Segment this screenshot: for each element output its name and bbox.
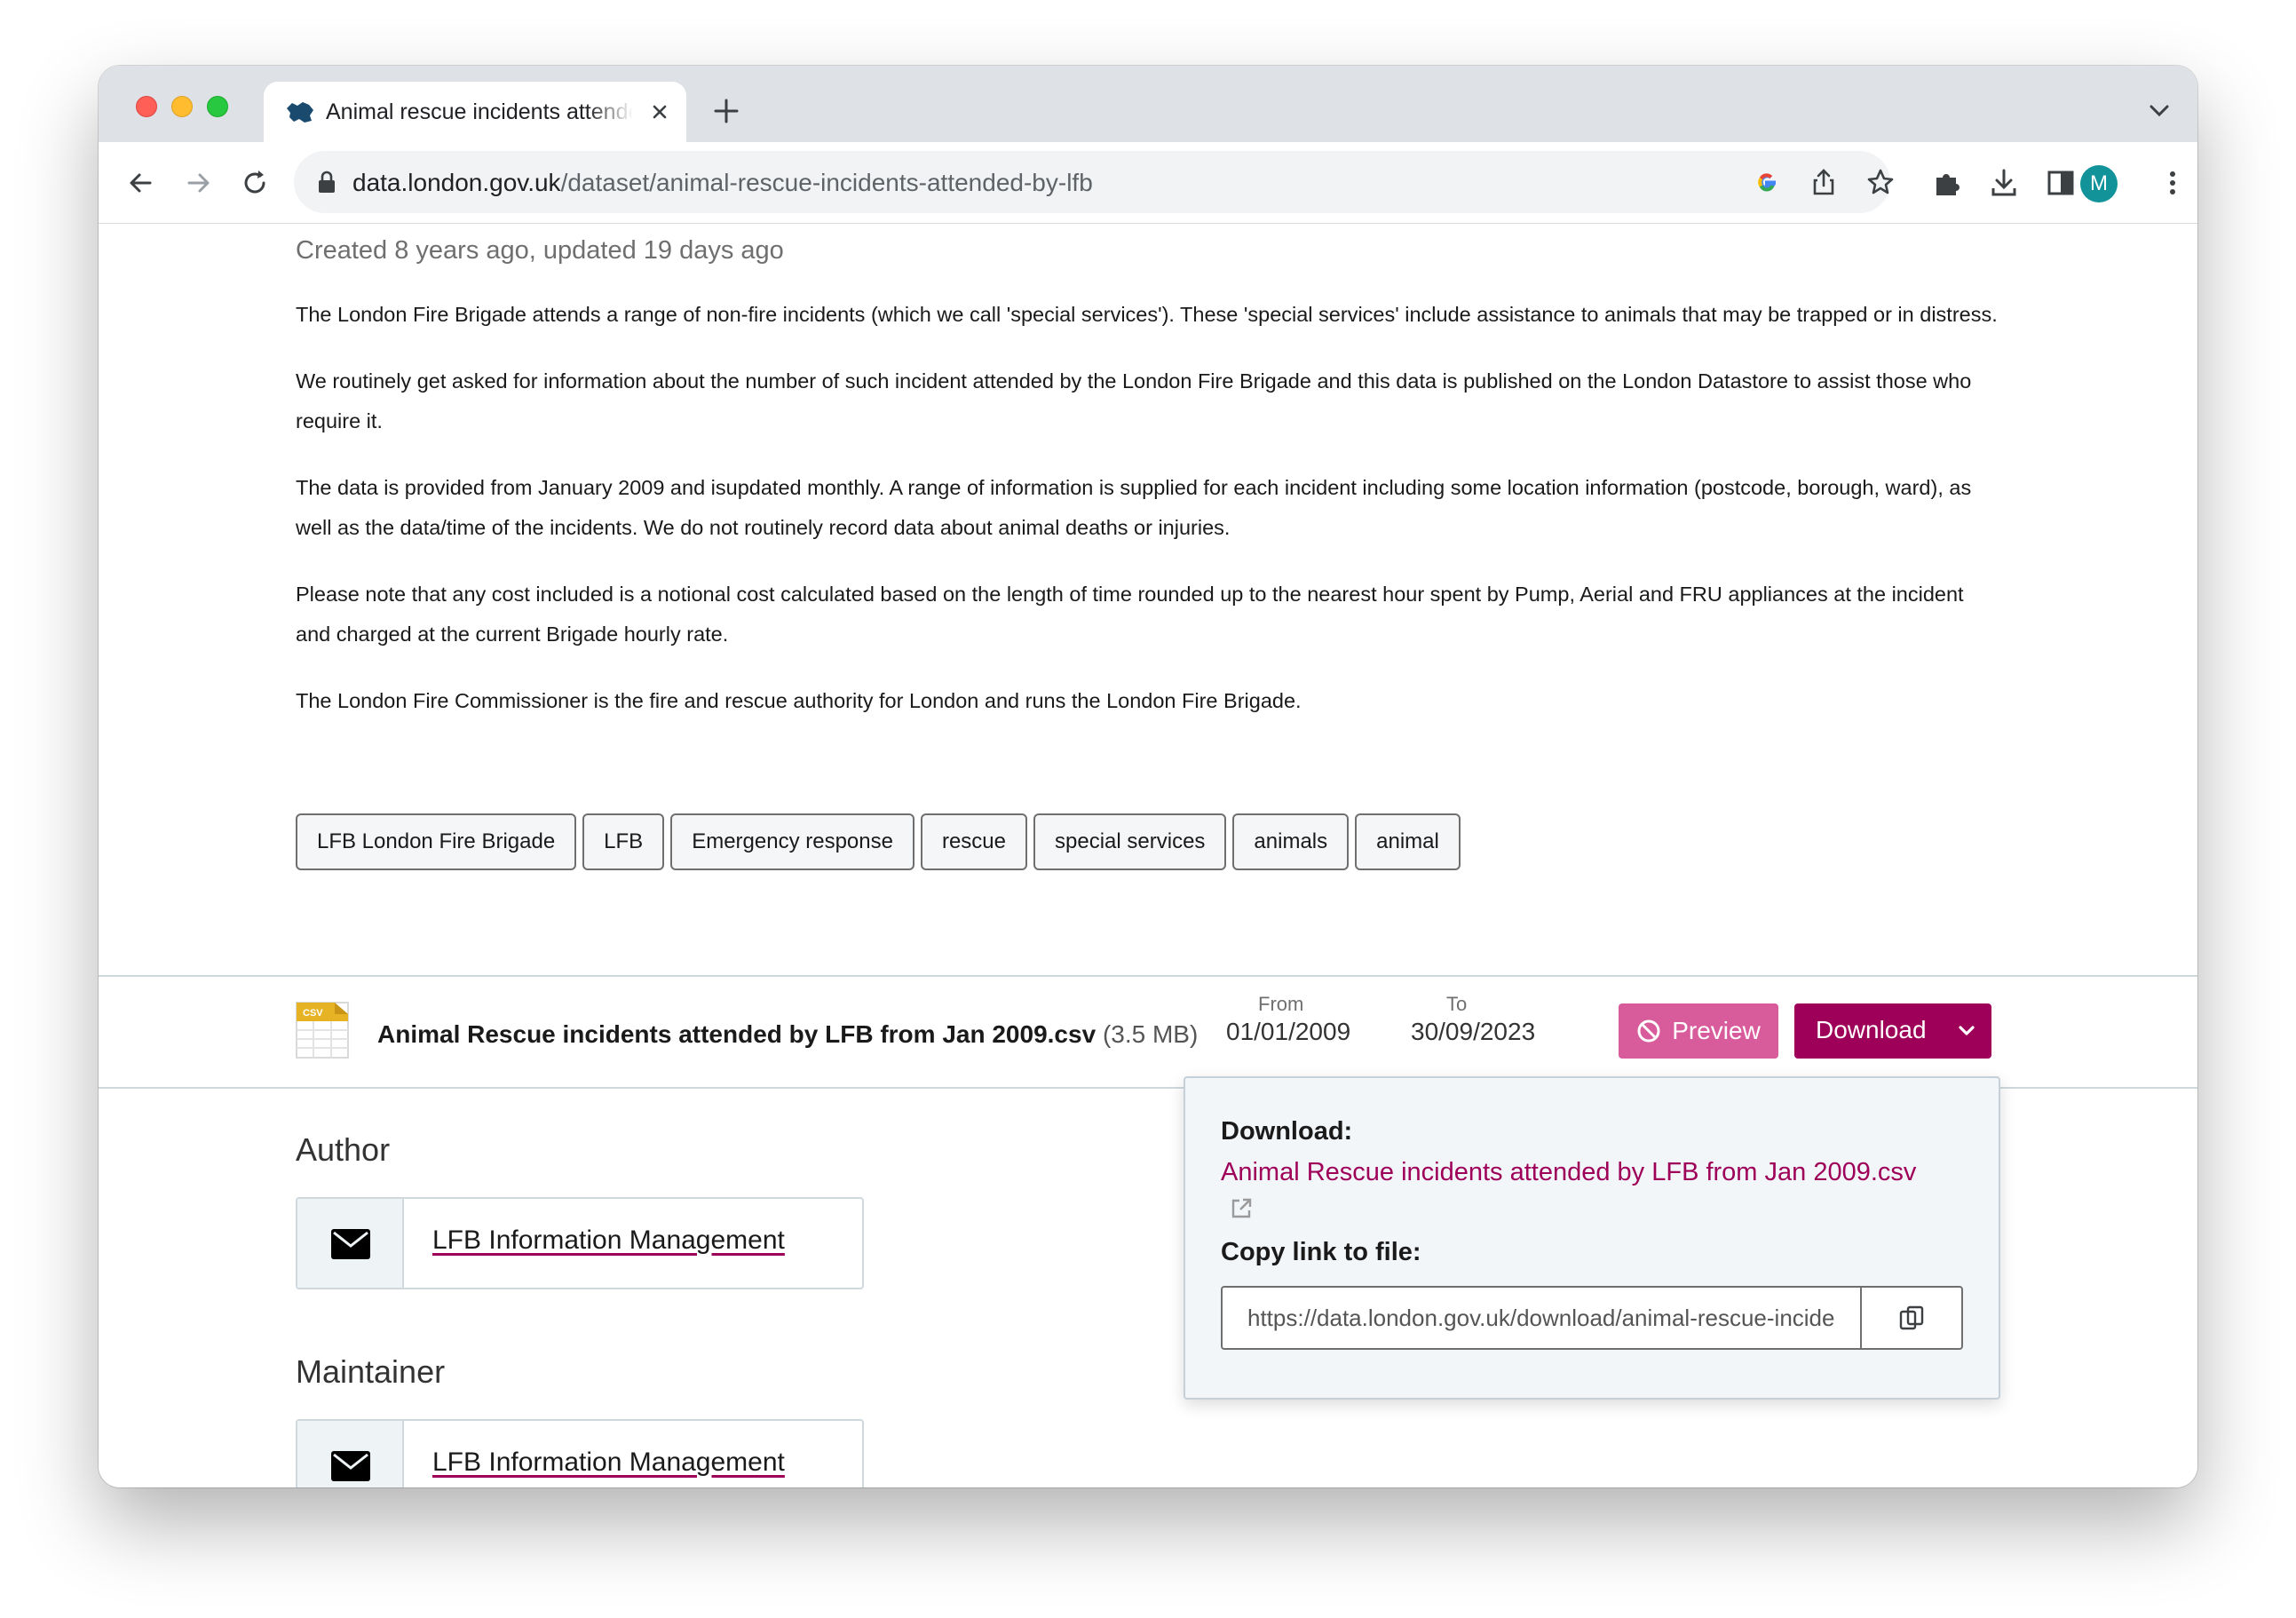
description-paragraph: Please note that any cost included is a …: [296, 583, 1964, 646]
from-label: From: [1258, 993, 1304, 1015]
maintainer-link[interactable]: LFB Information Management: [432, 1447, 785, 1478]
download-button[interactable]: Download: [1794, 1003, 1991, 1059]
author-email-box: [297, 1199, 404, 1288]
from-date: 01/01/2009: [1226, 1018, 1351, 1045]
side-panel-icon[interactable]: [2043, 165, 2078, 201]
download-file-link[interactable]: Animal Rescue incidents attended by LFB …: [1221, 1158, 1916, 1187]
preview-button[interactable]: Preview: [1619, 1003, 1778, 1059]
to-label: To: [1446, 993, 1468, 1015]
description-paragraph: The London Fire Brigade attends a range …: [296, 303, 1998, 326]
reload-icon[interactable]: [237, 165, 273, 201]
prohibited-icon: [1637, 1019, 1660, 1043]
tag-lfb[interactable]: LFB: [582, 813, 665, 870]
author-heading: Author: [296, 1131, 391, 1168]
minimize-window-button[interactable]: [171, 96, 193, 117]
resource-filename: Animal Rescue incidents attended by LFB …: [377, 1020, 1097, 1048]
copy-link-heading: Copy link to file:: [1221, 1238, 1421, 1266]
tag-special-services[interactable]: special services: [1033, 813, 1227, 870]
title-bar: Animal rescue incidents attended by LFB: [99, 66, 2197, 142]
more-menu-icon[interactable]: [2155, 165, 2190, 201]
csv-icon-label: CSV: [303, 1008, 323, 1019]
download-heading: Download:: [1221, 1117, 1353, 1146]
resource-row: CSV Animal Rescue incidents attended by …: [99, 975, 2197, 1089]
tab-title: Animal rescue incidents attended by LFB: [326, 99, 633, 124]
copy-link-button[interactable]: [1860, 1288, 1961, 1348]
download-icon[interactable]: [1986, 165, 2022, 201]
tag-emergency-response[interactable]: Emergency response: [670, 813, 914, 870]
tag-animals[interactable]: animals: [1232, 813, 1350, 870]
maintainer-email-box: [297, 1421, 404, 1487]
url-text[interactable]: data.london.gov.uk/dataset/animal-rescue…: [352, 169, 1093, 197]
tag-animal[interactable]: animal: [1355, 813, 1461, 870]
envelope-icon: [331, 1451, 370, 1481]
copy-link-input[interactable]: [1223, 1288, 1860, 1348]
tab-search-chevron-icon[interactable]: [2148, 101, 2171, 119]
description-paragraph: The data is provided from January 2009 a…: [296, 476, 1972, 539]
copy-link-box: [1221, 1286, 1963, 1350]
tag-lfb-london-fire-brigade[interactable]: LFB London Fire Brigade: [296, 813, 577, 870]
close-tab-icon[interactable]: [647, 99, 672, 124]
forward-arrow-icon[interactable]: [180, 165, 216, 201]
author-contact: LFB Information Management: [296, 1197, 864, 1289]
to-date: 30/09/2023: [1411, 1018, 1536, 1045]
resource-name: Animal Rescue incidents attended by LFB …: [377, 1014, 1230, 1055]
csv-file-icon: CSV: [296, 1002, 349, 1059]
download-label: Download: [1816, 1016, 1927, 1043]
chevron-down-icon[interactable]: [1959, 1025, 1975, 1037]
new-tab-icon[interactable]: [711, 96, 741, 126]
bookmark-star-icon[interactable]: [1865, 167, 1896, 197]
maximize-window-button[interactable]: [207, 96, 228, 117]
page-content: Created 8 years ago, updated 19 days ago…: [99, 224, 2197, 1487]
dataset-meta: Created 8 years ago, updated 19 days ago: [296, 236, 784, 265]
browser-tab-active[interactable]: Animal rescue incidents attended by LFB: [264, 82, 686, 142]
envelope-icon: [331, 1229, 370, 1259]
browser-window: Animal rescue incidents attended by LFB: [99, 66, 2197, 1487]
extensions-puzzle-icon[interactable]: [1929, 165, 1965, 201]
tag-rescue[interactable]: rescue: [920, 813, 1028, 870]
copy-icon: [1899, 1305, 1924, 1330]
share-icon[interactable]: [1809, 167, 1839, 197]
resource-size: (3.5 MB): [1102, 1020, 1199, 1048]
preview-label: Preview: [1672, 1017, 1761, 1044]
tag-list: LFB London Fire Brigade LFB Emergency re…: [296, 813, 1461, 870]
london-datastore-favicon-icon: [287, 102, 313, 123]
maintainer-heading: Maintainer: [296, 1353, 446, 1390]
author-link[interactable]: LFB Information Management: [432, 1225, 785, 1256]
google-lens-icon[interactable]: [1752, 167, 1782, 197]
back-arrow-icon[interactable]: [123, 165, 159, 201]
profile-avatar[interactable]: M: [2080, 165, 2118, 202]
external-link-icon: [1231, 1198, 1252, 1218]
browser-toolbar: data.london.gov.uk/dataset/animal-rescue…: [99, 142, 2197, 224]
maintainer-contact: LFB Information Management: [296, 1419, 864, 1487]
lock-icon[interactable]: [317, 171, 336, 194]
description-paragraph: The London Fire Commissioner is the fire…: [296, 689, 1302, 712]
dataset-description: The London Fire Brigade attends a range …: [296, 295, 2000, 748]
description-paragraph: We routinely get asked for information a…: [296, 369, 1972, 432]
address-bar[interactable]: data.london.gov.uk/dataset/animal-rescue…: [294, 151, 1894, 213]
close-window-button[interactable]: [136, 96, 157, 117]
download-popover: Download: Animal Rescue incidents attend…: [1184, 1076, 2000, 1400]
